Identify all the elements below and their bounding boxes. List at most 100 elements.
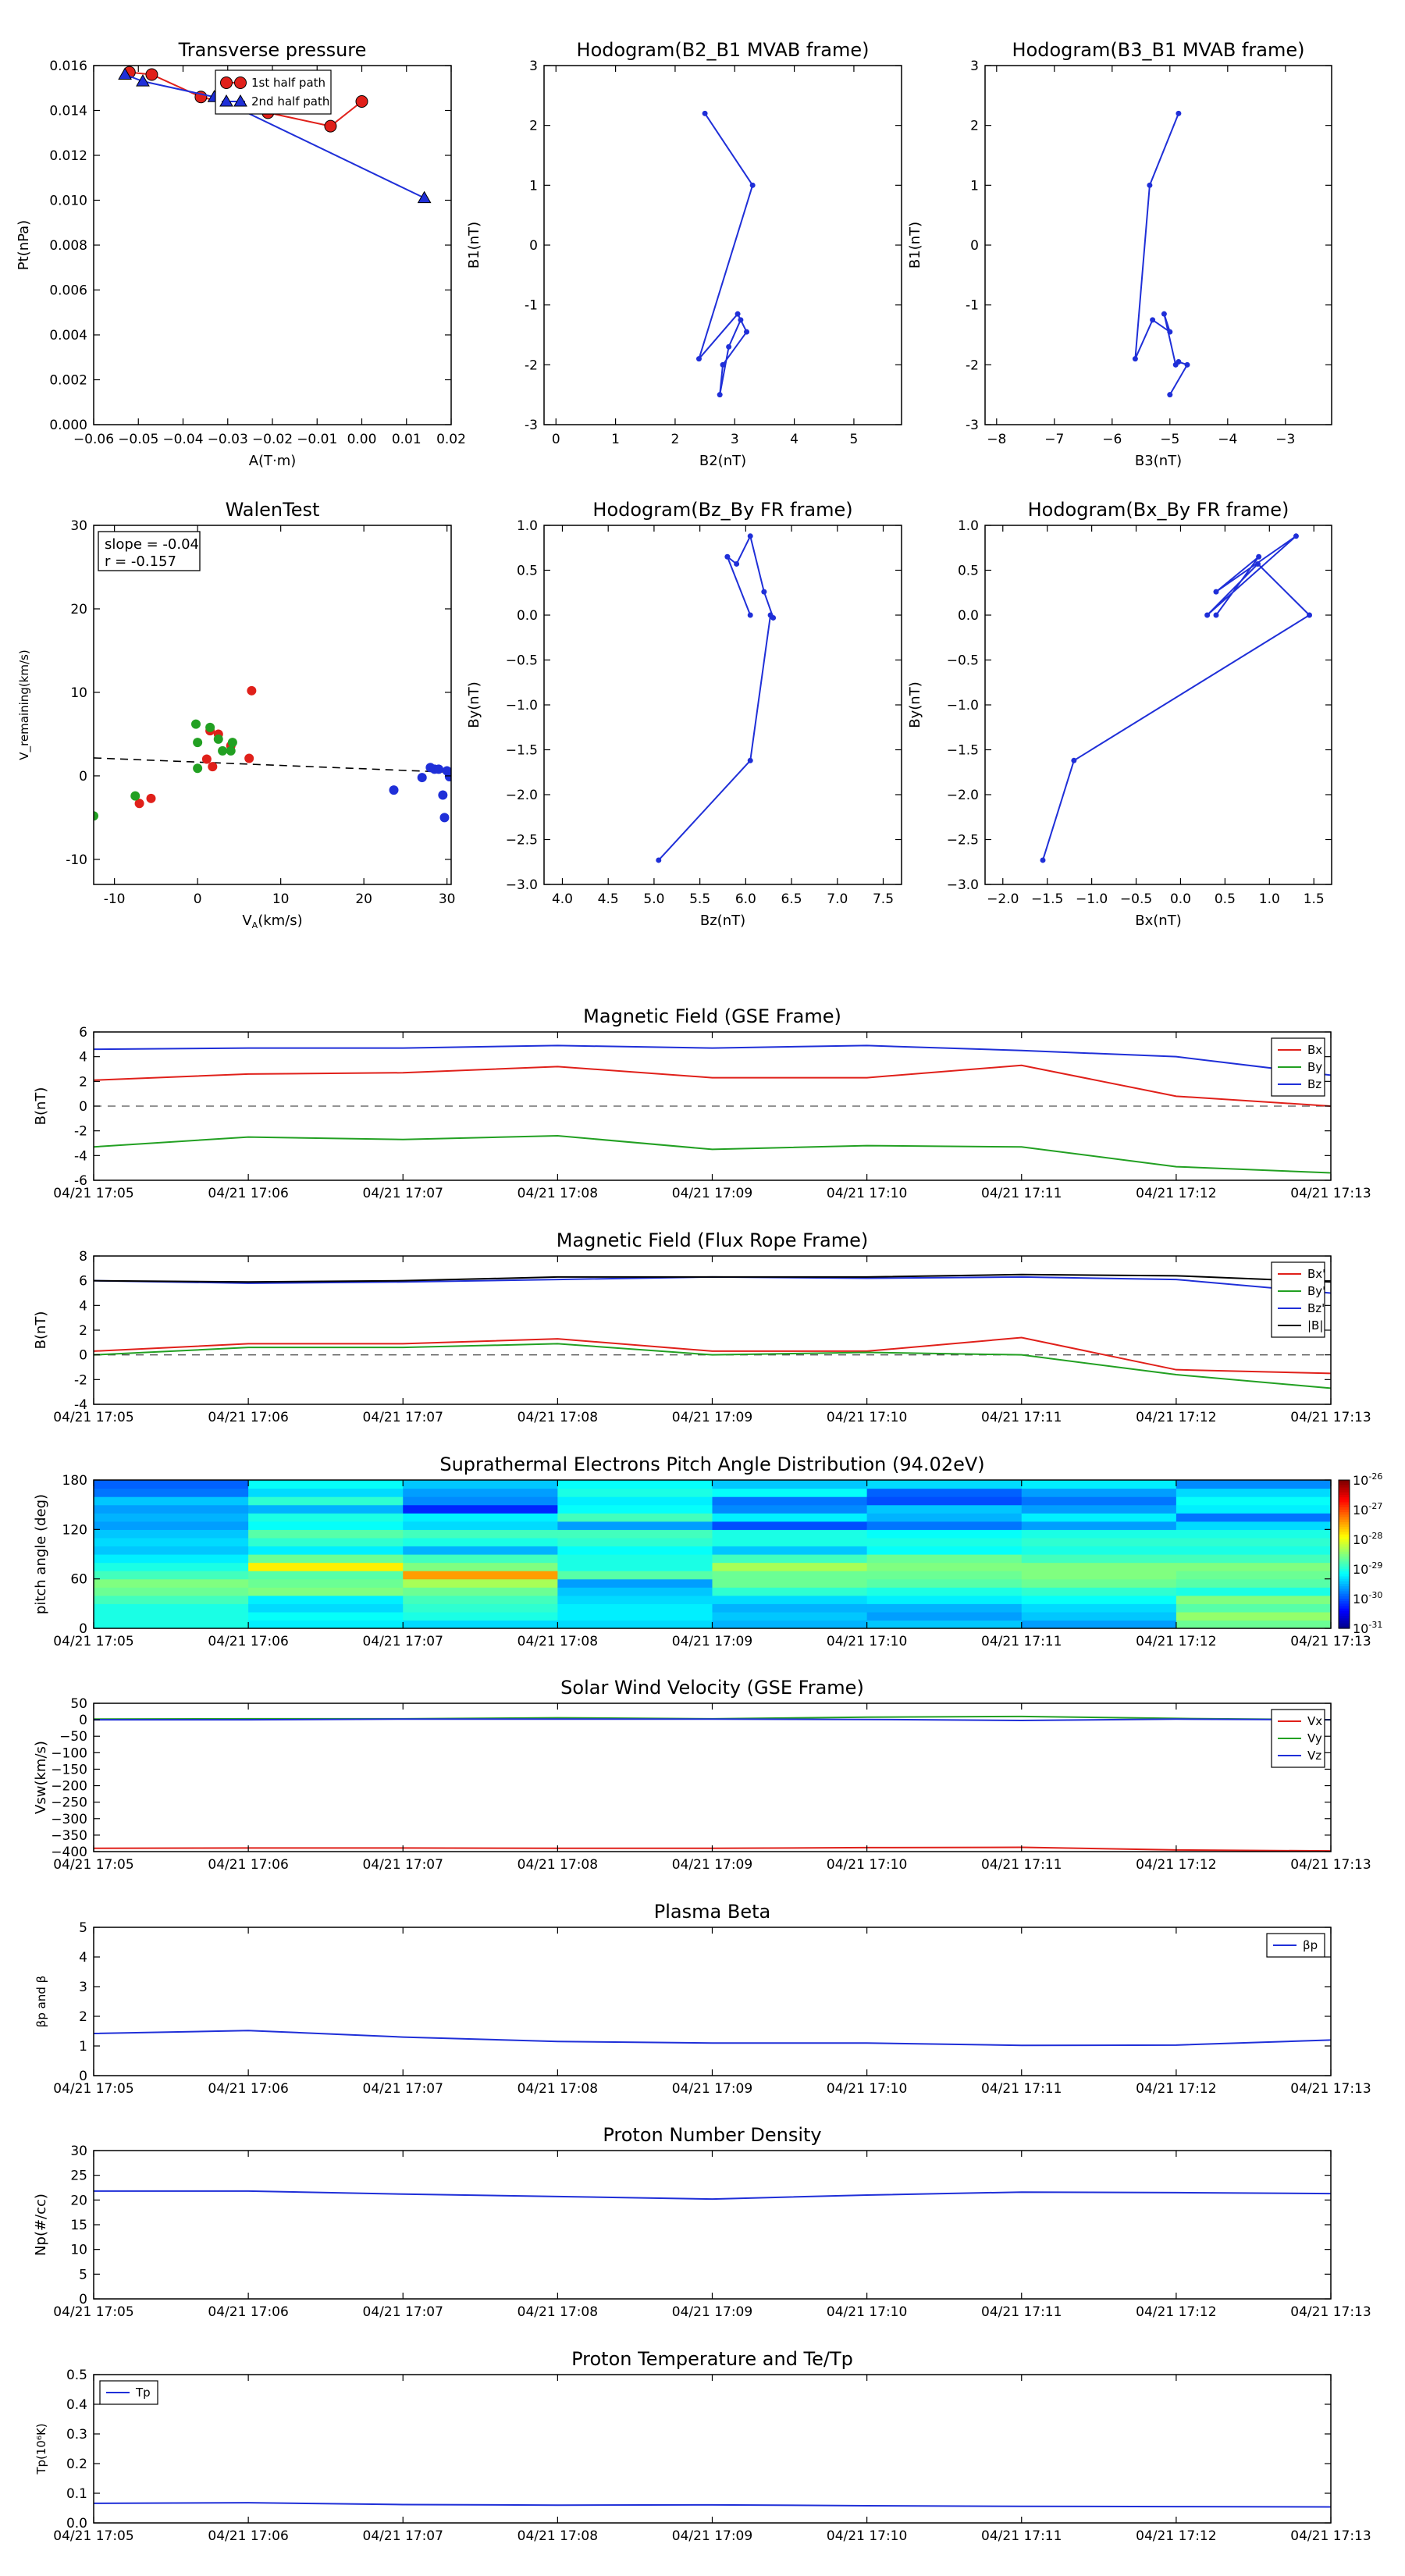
heatmap-cell (403, 1611, 558, 1621)
chart-beta: Plasma Beta01234504/21 17:05 04/21 17:06 0… (34, 1901, 1371, 2097)
y-axis-label: B1(nT) (907, 222, 923, 269)
y-tick-label: 0.014 (49, 104, 87, 119)
x-tick-label: −4 (1218, 432, 1237, 447)
x-tick-label: 04/21 17:09 (672, 2304, 752, 2320)
y-tick-label: 1.0 (958, 518, 979, 534)
heatmap-cell (557, 1554, 713, 1564)
y-tick-label: 4 (79, 1298, 87, 1314)
x-tick-label: −6 (1102, 432, 1122, 447)
heatmap-cell (557, 1529, 713, 1539)
y-tick-label: 2 (529, 119, 538, 134)
y-tick-label: 50 (70, 1696, 87, 1712)
x-tick-label: 04/21 17:13 (1290, 1634, 1371, 1649)
x-tick-label: 04/21 17:08 (518, 2304, 598, 2320)
data-point (130, 791, 140, 801)
y-tick-label: −3.0 (506, 877, 538, 893)
heatmap-cell (866, 1603, 1023, 1613)
x-tick-label: 04/21 17:10 (827, 2081, 907, 2097)
y-tick-label: −2.0 (947, 788, 979, 803)
x-tick-label: 5.0 (643, 891, 664, 907)
heatmap-cell (1176, 1562, 1331, 1571)
heatmap-cell (1176, 1587, 1331, 1596)
series-line-Tp (94, 2502, 1331, 2508)
data-point (205, 722, 215, 732)
data-point (145, 68, 158, 81)
heatmap-cell (712, 1595, 868, 1604)
plot-frame (984, 65, 1332, 425)
heatmap-cell (1021, 1529, 1177, 1539)
y-tick-label: 0 (79, 1348, 87, 1364)
x-tick-label: 1.0 (1259, 891, 1280, 907)
heatmap-cell (557, 1603, 713, 1613)
heatmap-cell (403, 1488, 558, 1497)
heatmap-cell (1176, 1513, 1331, 1522)
heatmap-cell (866, 1504, 1023, 1514)
y-tick-label: -4 (74, 1148, 87, 1164)
data-point (1176, 110, 1182, 116)
data-point (749, 182, 756, 188)
data-point (702, 110, 708, 116)
colorbar-exponent: -28 (1368, 1531, 1382, 1541)
heatmap-cell (712, 1562, 868, 1571)
legend: Bx' By' Bz' |B| (1271, 1261, 1325, 1338)
x-tick-label: 04/21 17:10 (827, 1634, 907, 1649)
x-tick-label: 04/21 17:07 (363, 2081, 443, 2097)
chart-h1: Hodogram(B2_B1 MVAB frame) -3 -2 -1 0 1 2 3 0 1 2 3… (466, 39, 902, 469)
x-tick-label: 5.5 (689, 891, 710, 907)
legend-label: |B| (1307, 1318, 1323, 1332)
colorbar-base: 10 (1353, 1532, 1368, 1547)
heatmap-cell (248, 1529, 404, 1539)
colorbar-tick-label: 10-28 (1353, 1531, 1382, 1547)
x-tick-label: 1.5 (1304, 891, 1325, 907)
heatmap-cell (866, 1620, 1023, 1628)
heatmap-cell (866, 1562, 1023, 1571)
heatmap-cell (712, 1529, 868, 1539)
x-tick-label: 04/21 17:06 (208, 1410, 288, 1425)
x-tick-label: 04/21 17:10 (827, 2528, 907, 2544)
legend-label: Bx' (1307, 1267, 1325, 1281)
x-tick-label: 04/21 17:07 (363, 1186, 443, 1201)
heatmap-cell (403, 1620, 558, 1628)
x-tick-label: 04/21 17:13 (1290, 1410, 1371, 1425)
heatmap-cell (403, 1504, 558, 1514)
series-line-Bz' (94, 1276, 1331, 1294)
heatmap-cell (1021, 1537, 1177, 1547)
data-point (1213, 612, 1219, 618)
x-tick-label: 10 (272, 891, 290, 907)
x-tick-label: 6.5 (781, 891, 802, 907)
heatmap-cell (1176, 1546, 1331, 1555)
y-tick-label: 0.5 (517, 564, 538, 579)
x-tick-label: 7.0 (827, 891, 848, 907)
x-tick-label: 04/21 17:11 (981, 2081, 1062, 2097)
chart-tp2: Proton Temperature and Te/Tp0.00.10.20.3… (34, 2348, 1371, 2544)
y-tick-label: 1 (970, 178, 979, 194)
legend: Bx By Bz (1271, 1037, 1325, 1097)
data-point (1213, 589, 1219, 595)
x-tick-label: 04/21 17:09 (672, 1186, 752, 1201)
series-line-0 (698, 112, 754, 395)
heatmap-cell (557, 1562, 713, 1571)
heatmap-cell (712, 1504, 868, 1514)
plot-frame (93, 1703, 1332, 1852)
heatmap-cell (248, 1537, 404, 1547)
heatmap-cell (1021, 1611, 1177, 1621)
data-point (767, 612, 774, 618)
colorbar-tick-label: 10-27 (1353, 1501, 1382, 1517)
y-tick-label: −1.0 (947, 698, 979, 713)
chart-title: Hodogram(B2_B1 MVAB frame) (577, 39, 870, 61)
series-line-Vz (94, 1718, 1331, 1721)
y-tick-label: −2.5 (947, 833, 979, 849)
series-line-0 (1134, 112, 1189, 396)
heatmap-cell (1176, 1529, 1331, 1539)
heatmap-cell (403, 1521, 558, 1530)
y-axis-label: By(nT) (466, 681, 482, 728)
y-tick-label: 120 (62, 1522, 87, 1538)
data-point (744, 329, 750, 335)
legend: Vx Vy Vz (1271, 1709, 1325, 1768)
legend-label: Bz (1307, 1077, 1321, 1091)
x-tick-label: 04/21 17:06 (208, 1634, 288, 1649)
plot-area (94, 1480, 1331, 1628)
heatmap-cell (94, 1504, 249, 1514)
y-tick-label: 6 (79, 1274, 87, 1290)
colorbar-tick-label: 10-30 (1353, 1590, 1382, 1606)
